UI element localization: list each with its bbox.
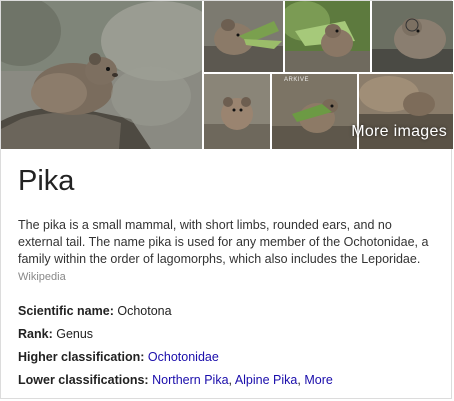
alpine-pika-link[interactable]: Alpine Pika: [235, 373, 298, 387]
pika-image-2[interactable]: [204, 1, 283, 72]
fact-higher-classification: Higher classification: Ochotonidae: [18, 349, 448, 366]
fact-scientific-name: Scientific name: Ochotona: [18, 303, 448, 320]
description: The pika is a small mammal, with short l…: [18, 217, 438, 286]
main-pika-image[interactable]: [1, 1, 202, 149]
northern-pika-link[interactable]: Northern Pika: [152, 373, 228, 387]
page-title: Pika: [18, 165, 75, 197]
fact-lower-classifications: Lower classifications: Northern Pika, Al…: [18, 372, 448, 389]
fact-label: Rank:: [18, 327, 53, 341]
more-link[interactable]: More: [304, 373, 332, 387]
fact-rank: Rank: Genus: [18, 326, 448, 343]
description-text: The pika is a small mammal, with short l…: [18, 218, 429, 266]
separator: ,: [228, 373, 233, 387]
pika-image-5[interactable]: [204, 74, 270, 149]
facts-list: Scientific name: Ochotona Rank: Genus Hi…: [18, 303, 448, 395]
pika-image-6[interactable]: ARKIVE: [272, 74, 357, 149]
image-collage[interactable]: ARKIVE More images: [1, 1, 453, 149]
higher-classification-link[interactable]: Ochotonidae: [148, 350, 219, 364]
more-images-link[interactable]: More images: [351, 123, 447, 141]
pika-image-3[interactable]: [285, 1, 370, 72]
fact-label: Lower classifications:: [18, 373, 149, 387]
fact-label: Scientific name:: [18, 304, 114, 318]
fact-value: Genus: [56, 327, 94, 341]
source-link[interactable]: Wikipedia: [18, 271, 66, 283]
fact-label: Higher classification:: [18, 350, 145, 364]
separator: ,: [297, 373, 301, 387]
image-watermark: ARKIVE: [284, 77, 310, 83]
fact-value: Ochotona: [117, 304, 172, 318]
knowledge-panel: ARKIVE More images Pika The pika is a sm…: [0, 0, 453, 399]
pika-image-4[interactable]: [372, 1, 453, 72]
